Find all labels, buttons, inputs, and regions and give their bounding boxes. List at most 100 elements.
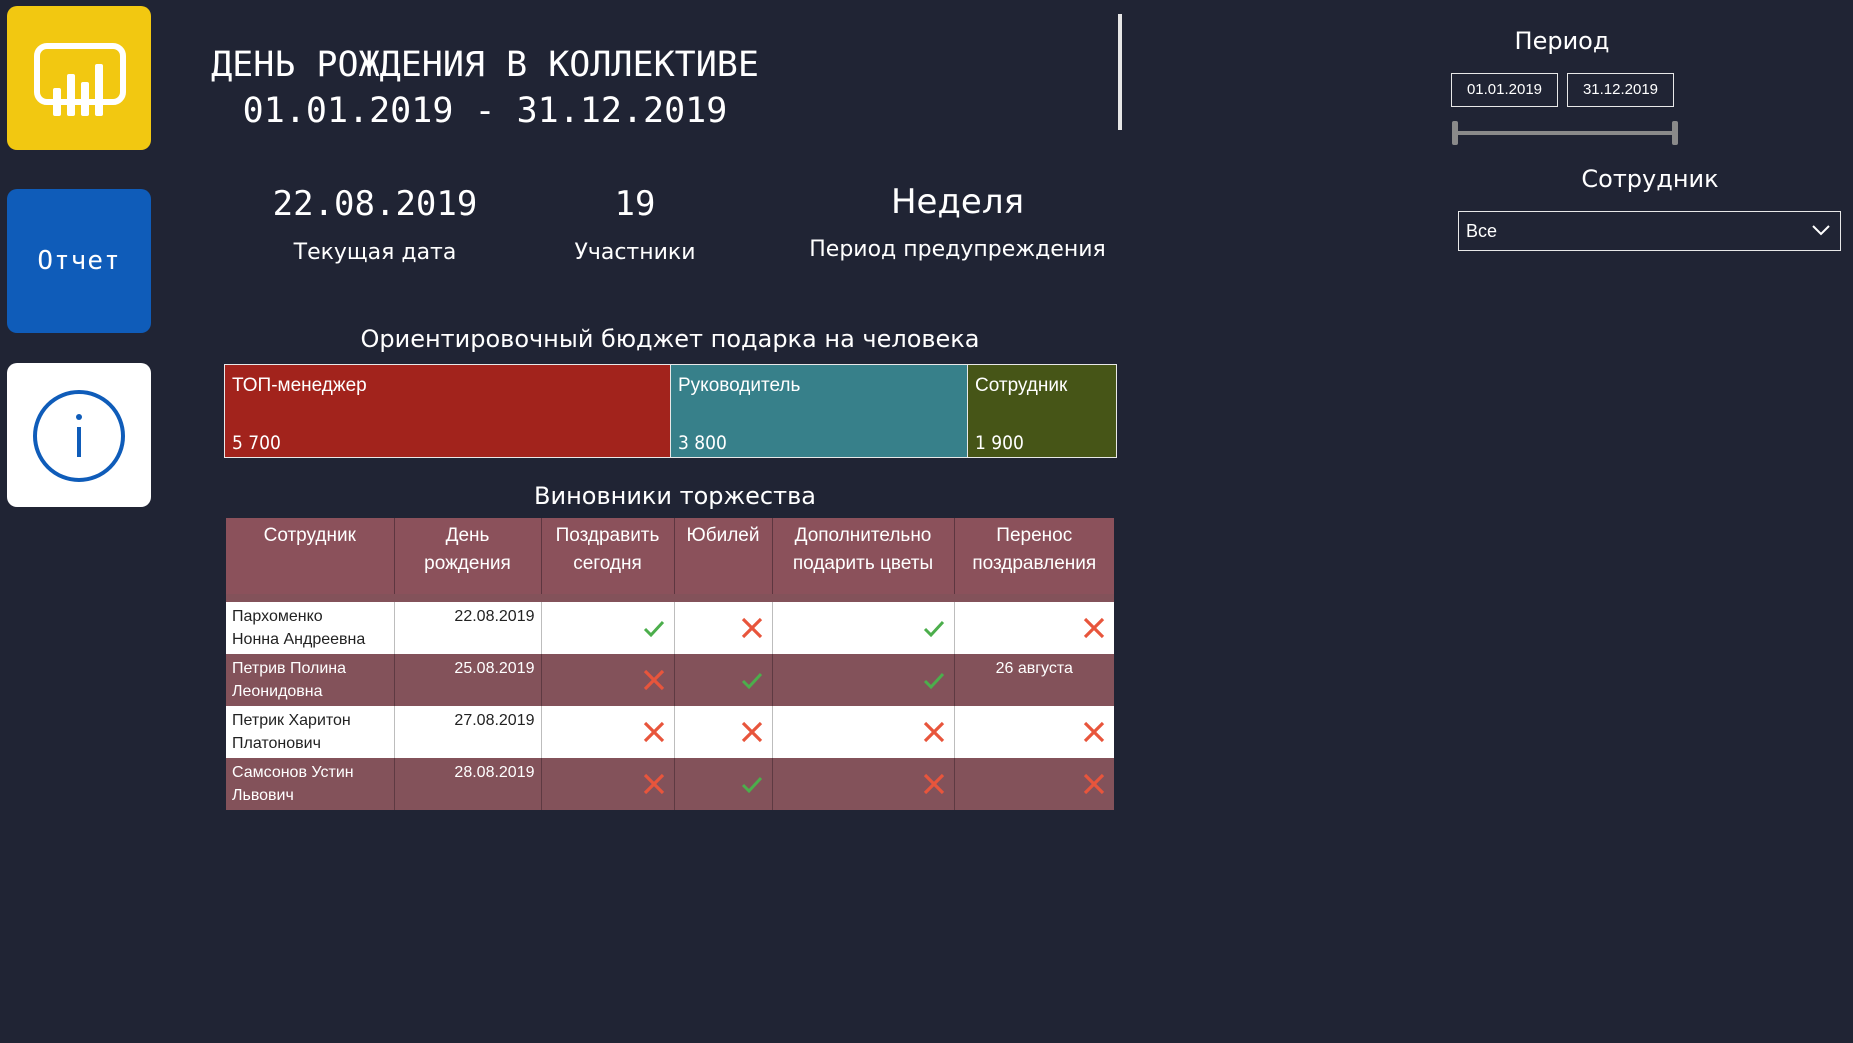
column-header[interactable]: Дополнительно подарить цветы: [772, 518, 955, 594]
column-header-line: Поздравить: [555, 525, 660, 546]
employee-dropdown[interactable]: Все: [1458, 211, 1841, 251]
column-header-line: Перенос: [996, 525, 1073, 546]
kpi-warning-period-label: Период предупреждения: [809, 237, 1106, 262]
info-button[interactable]: [7, 363, 151, 507]
period-slider-track[interactable]: [1455, 131, 1677, 135]
employee-name-line: Львович: [232, 787, 294, 804]
period-slider-end-handle[interactable]: [1672, 121, 1678, 145]
period-slider-start-handle[interactable]: [1452, 121, 1458, 145]
employee-name-line: Самсонов Устин: [232, 764, 354, 781]
cross-icon: [1083, 773, 1105, 795]
checkmark-icon: [741, 776, 762, 794]
table-cell: [674, 602, 773, 654]
birthday-date-cell: 25.08.2019: [394, 654, 542, 706]
table-cell: [541, 654, 675, 706]
budget-tile-value: 3 800: [678, 432, 727, 454]
employee-name-line: Нонна Андреевна: [232, 631, 366, 648]
transfer-cell: 26 августа: [954, 654, 1114, 706]
budget-tile-manager[interactable]: Руководитель 3 800: [671, 365, 968, 457]
kpi-warning-period-value: Неделя: [890, 182, 1025, 222]
kpi-current-date-label: Текущая дата: [293, 240, 457, 265]
employee-name-line: Петрив Полина: [232, 660, 347, 677]
table-header-row: Сотрудник День рождения Поздравить сегодня Юб…: [226, 518, 1114, 594]
table-row[interactable]: Самсонов Устин Львович 28.08.2019: [226, 758, 1114, 810]
table-cell: [954, 706, 1114, 758]
birthday-date-cell: 28.08.2019: [394, 758, 542, 810]
budget-tile-employee[interactable]: Сотрудник 1 900: [968, 365, 1116, 457]
budget-tile-top-manager[interactable]: ТОП-менеджер 5 700: [225, 365, 671, 457]
table-cell: [954, 758, 1114, 810]
column-header[interactable]: День рождения: [394, 518, 542, 594]
cross-icon: [741, 721, 762, 743]
column-header-line: День: [445, 525, 490, 546]
info-icon: [33, 390, 125, 482]
birthday-date-cell: 22.08.2019: [394, 602, 542, 654]
employee-name-cell: Петрив Полина Леонидовна: [226, 654, 395, 706]
employee-dropdown-value: Все: [1466, 221, 1498, 241]
table-row[interactable]: Пархоменко Нонна Андреевна 22.08.2019: [226, 602, 1114, 654]
cross-icon: [643, 773, 664, 795]
column-header[interactable]: Сотрудник: [226, 518, 395, 594]
table-cell: [674, 654, 773, 706]
budget-title: Ориентировочный бюджет подарка на челове…: [360, 325, 980, 353]
cross-icon: [1083, 617, 1105, 639]
kpi-participants-value: 19: [614, 184, 656, 224]
employee-slicer-title: Сотрудник: [1581, 165, 1719, 193]
cross-icon: [923, 773, 944, 795]
budget-tile-value: 1 900: [975, 432, 1024, 454]
table-cell: [674, 758, 773, 810]
birthday-table: Сотрудник День рождения Поздравить сегодня Юб…: [226, 518, 1114, 810]
table-row[interactable]: Петрик Харитон Платонович 27.08.2019: [226, 706, 1114, 758]
table-title: Виновники торжества: [534, 482, 816, 510]
column-header-line: рождения: [424, 553, 511, 574]
report-nav-label: Отчет: [37, 246, 121, 276]
column-header-line: сегодня: [573, 553, 642, 574]
period-start-input[interactable]: 01.01.2019: [1451, 73, 1558, 107]
header-spacer: [226, 594, 1114, 602]
table-cell: [772, 706, 955, 758]
period-slicer-title: Период: [1514, 27, 1610, 55]
cross-icon: [1083, 721, 1105, 743]
powerbi-logo-button[interactable]: [7, 6, 151, 150]
budget-tile-name: ТОП-менеджер: [232, 375, 367, 396]
checkmark-icon: [923, 672, 944, 690]
checkmark-icon: [741, 672, 762, 690]
page-title: ДЕНЬ РОЖДЕНИЯ В КОЛЛЕКТИВЕ 01.01.2019 - …: [200, 42, 770, 134]
column-header[interactable]: Юбилей: [674, 518, 773, 594]
column-header[interactable]: Поздравить сегодня: [541, 518, 675, 594]
employee-name-line: Леонидовна: [232, 683, 323, 700]
table-cell: [541, 602, 675, 654]
cross-icon: [643, 721, 664, 743]
budget-treemap: ТОП-менеджер 5 700 Руководитель 3 800 Со…: [224, 364, 1117, 458]
column-header[interactable]: Перенос поздравления: [954, 518, 1114, 594]
period-end-input[interactable]: 31.12.2019: [1567, 73, 1674, 107]
table-cell: [772, 654, 955, 706]
kpi-participants-label: Участники: [574, 240, 696, 265]
employee-name-cell: Самсонов Устин Львович: [226, 758, 395, 810]
table-cell: [541, 758, 675, 810]
employee-name-cell: Петрик Харитон Платонович: [226, 706, 395, 758]
title-line-2: 01.01.2019 - 31.12.2019: [242, 91, 728, 131]
budget-tile-value: 5 700: [232, 432, 281, 454]
table-cell: [674, 706, 773, 758]
powerbi-icon: [34, 43, 126, 116]
column-header-line: Юбилей: [686, 525, 760, 546]
table-cell: [541, 706, 675, 758]
chevron-down-icon: [1812, 225, 1830, 236]
cross-icon: [923, 721, 944, 743]
column-header-line: поздравления: [972, 553, 1097, 574]
column-header-line: Сотрудник: [263, 525, 356, 546]
vertical-divider: [1118, 14, 1122, 130]
employee-name-cell: Пархоменко Нонна Андреевна: [226, 602, 395, 654]
column-header-line: Дополнительно: [794, 525, 932, 546]
title-line-1: ДЕНЬ РОЖДЕНИЯ В КОЛЛЕКТИВЕ: [211, 45, 759, 85]
cross-icon: [643, 669, 664, 691]
budget-tile-name: Сотрудник: [975, 375, 1068, 396]
kpi-current-date-value: 22.08.2019: [272, 184, 478, 224]
checkmark-icon: [643, 620, 664, 638]
employee-name-line: Пархоменко: [232, 608, 323, 625]
table-row[interactable]: Петрив Полина Леонидовна 25.08.2019 26 авгу…: [226, 654, 1114, 706]
report-nav-button[interactable]: Отчет: [7, 189, 151, 333]
birthday-date-cell: 27.08.2019: [394, 706, 542, 758]
column-header-line: подарить цветы: [792, 553, 934, 574]
